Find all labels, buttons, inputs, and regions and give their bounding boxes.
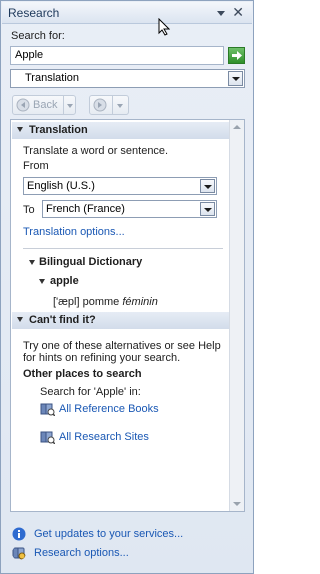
- all-reference-books-link[interactable]: All Reference Books: [59, 403, 159, 415]
- grammatical-gender: féminin: [122, 296, 158, 308]
- chevron-down-icon[interactable]: [200, 202, 215, 216]
- reference-source-select[interactable]: Translation: [10, 69, 245, 88]
- search-for-label: Search for:: [11, 30, 65, 42]
- close-icon[interactable]: ✕: [232, 4, 244, 21]
- results-panel: Translation Translate a word or sentence…: [10, 119, 245, 512]
- get-updates-link[interactable]: Get updates to your services...: [34, 528, 183, 540]
- mouse-pointer-icon: [158, 18, 170, 36]
- forward-button[interactable]: [89, 95, 129, 115]
- back-button[interactable]: Back: [12, 95, 76, 115]
- search-input[interactable]: Apple: [10, 46, 224, 65]
- from-language-value: English (U.S.): [27, 180, 95, 192]
- arrow-right-icon: [232, 51, 242, 60]
- back-dropdown-icon[interactable]: [63, 96, 75, 114]
- alternatives-text-1: Try one of these alternatives or see Hel…: [23, 340, 221, 352]
- results-scrollbar[interactable]: [229, 120, 244, 511]
- to-label: To: [23, 204, 35, 216]
- forward-dropdown-icon[interactable]: [112, 96, 126, 114]
- back-label: Back: [33, 99, 58, 111]
- to-language-value: French (France): [46, 203, 125, 215]
- collapse-triangle-icon[interactable]: [17, 317, 23, 322]
- pane-title: Research: [8, 6, 60, 20]
- chevron-down-icon[interactable]: [228, 71, 243, 86]
- alternatives-text-2: for hints on refining your search.: [23, 352, 181, 364]
- research-options-link[interactable]: Research options...: [34, 547, 129, 559]
- bilingual-dictionary-title: Bilingual Dictionary: [39, 256, 143, 268]
- translation-header-label: Translation: [29, 124, 88, 136]
- translation-intro: Translate a word or sentence.: [23, 145, 169, 157]
- section-divider: [23, 248, 223, 249]
- info-icon: [12, 527, 26, 541]
- chevron-down-icon[interactable]: [200, 179, 215, 193]
- pronunciation-translation: ['æpl] pomme: [53, 296, 120, 308]
- translation-section-header[interactable]: Translation: [12, 122, 229, 139]
- reference-source-value: Translation: [25, 72, 80, 84]
- other-places-heading: Other places to search: [23, 368, 142, 380]
- forward-arrow-icon: [93, 98, 107, 112]
- research-sites-icon: [40, 431, 55, 444]
- title-bar: Research ✕: [2, 2, 252, 24]
- dictionary-headword: apple: [50, 275, 79, 287]
- pane-menu-icon[interactable]: [216, 8, 226, 18]
- all-research-sites-link[interactable]: All Research Sites: [59, 431, 149, 443]
- from-language-select[interactable]: English (U.S.): [23, 177, 217, 195]
- scroll-up-icon[interactable]: [233, 125, 241, 129]
- start-search-button[interactable]: [228, 47, 245, 64]
- scroll-down-icon[interactable]: [233, 502, 241, 506]
- translation-options-link[interactable]: Translation options...: [23, 226, 125, 238]
- to-language-select[interactable]: French (France): [42, 200, 217, 218]
- reference-books-icon: [40, 403, 55, 416]
- cant-find-header-label: Can't find it?: [29, 314, 96, 326]
- back-arrow-icon: [16, 98, 30, 112]
- from-label: From: [23, 160, 49, 172]
- collapse-triangle-icon[interactable]: [29, 260, 35, 265]
- collapse-triangle-icon[interactable]: [39, 279, 45, 284]
- research-options-icon: [12, 547, 26, 560]
- search-for-in-label: Search for 'Apple' in:: [40, 386, 141, 398]
- dictionary-entry: ['æpl] pomme féminin: [53, 296, 158, 308]
- research-task-pane: Research ✕ Search for: Apple Translation…: [0, 0, 254, 574]
- collapse-triangle-icon[interactable]: [17, 127, 23, 132]
- cant-find-section-header[interactable]: Can't find it?: [12, 312, 229, 329]
